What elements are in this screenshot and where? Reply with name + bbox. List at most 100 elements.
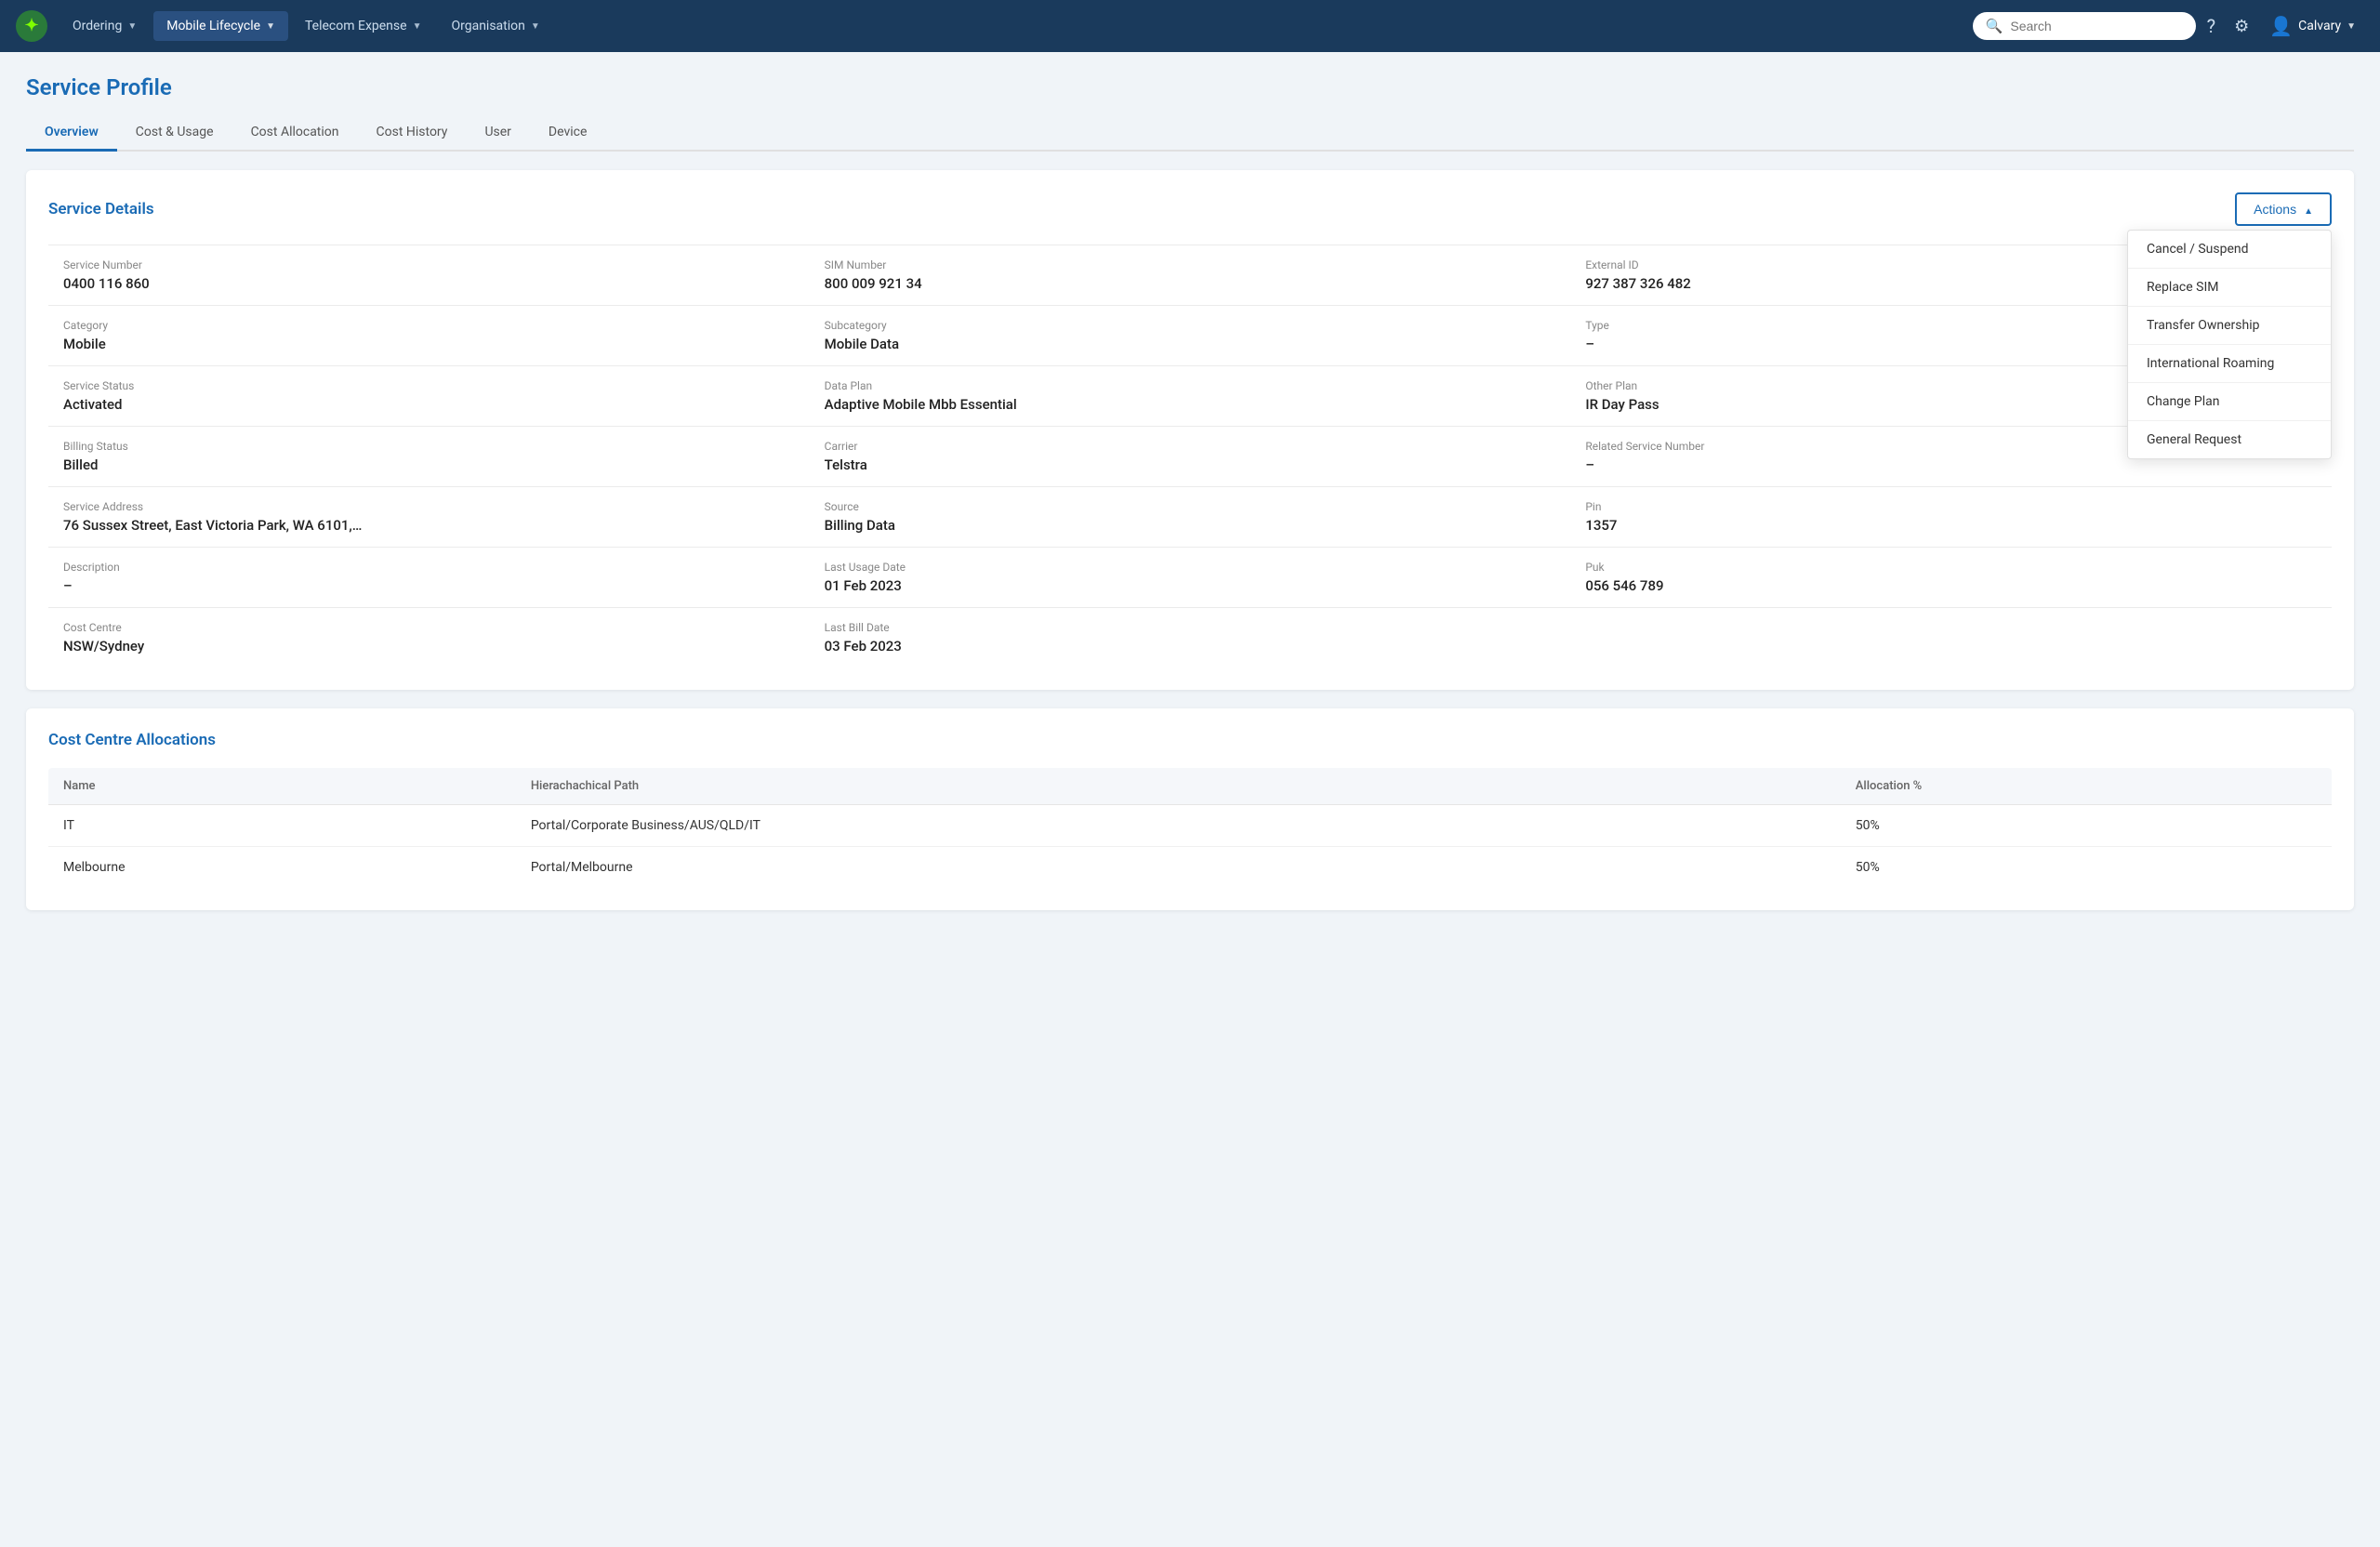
allocations-table: Name Hierachachical Path Allocation % IT… xyxy=(48,768,2332,888)
field-value: 0400 116 860 xyxy=(63,275,795,292)
field-block: Category Mobile xyxy=(48,305,810,365)
help-icon: ? xyxy=(2207,15,2215,37)
field-value: Billing Data xyxy=(825,517,1556,534)
tab-cost-usage[interactable]: Cost & Usage xyxy=(117,115,232,152)
field-block xyxy=(1570,607,2332,668)
field-label: Carrier xyxy=(825,440,1556,453)
field-label: Puk xyxy=(1585,561,2317,574)
table-row: IT Portal/Corporate Business/AUS/QLD/IT … xyxy=(48,805,2332,847)
field-block: Pin 1357 xyxy=(1570,486,2332,547)
field-label: Subcategory xyxy=(825,319,1556,332)
search-bar[interactable]: 🔍 xyxy=(1973,12,2196,40)
telecom-expense-chevron xyxy=(413,21,422,32)
allocation-name: IT xyxy=(48,805,516,847)
action-cancel-suspend[interactable]: Cancel / Suspend xyxy=(2128,231,2331,269)
ordering-chevron xyxy=(127,21,137,32)
nav-item-ordering[interactable]: Ordering xyxy=(60,11,150,41)
field-block: Service Address 76 Sussex Street, East V… xyxy=(48,486,810,547)
tab-cost-history[interactable]: Cost History xyxy=(358,115,467,152)
svg-text:✦: ✦ xyxy=(24,16,38,35)
allocation-path: Portal/Melbourne xyxy=(516,847,1841,889)
user-name: Calvary xyxy=(2298,19,2341,33)
action-replace-sim[interactable]: Replace SIM xyxy=(2128,269,2331,307)
gear-icon: ⚙ xyxy=(2234,17,2249,36)
field-label: Service Status xyxy=(63,379,795,392)
field-label: Service Address xyxy=(63,500,795,513)
field-value: Mobile xyxy=(63,336,795,352)
field-value: Activated xyxy=(63,396,795,413)
actions-chevron-up xyxy=(2304,202,2313,217)
search-input[interactable] xyxy=(2010,19,2182,33)
mobile-lifecycle-chevron xyxy=(266,21,275,32)
actions-dropdown-wrapper: Actions Cancel / Suspend Replace SIM Tra… xyxy=(2235,192,2332,226)
field-block: Last Bill Date 03 Feb 2023 xyxy=(810,607,1571,668)
action-transfer-ownership[interactable]: Transfer Ownership xyxy=(2128,307,2331,345)
field-value: Billed xyxy=(63,456,795,473)
field-label: Data Plan xyxy=(825,379,1556,392)
field-value: 800 009 921 34 xyxy=(825,275,1556,292)
field-block: Billing Status Billed xyxy=(48,426,810,486)
field-block: Puk 056 546 789 xyxy=(1570,547,2332,607)
field-label: Last Usage Date xyxy=(825,561,1556,574)
field-block: SIM Number 800 009 921 34 xyxy=(810,245,1571,305)
field-block: Source Billing Data xyxy=(810,486,1571,547)
field-block: Description – xyxy=(48,547,810,607)
allocations-table-body: IT Portal/Corporate Business/AUS/QLD/IT … xyxy=(48,805,2332,889)
nav-item-organisation[interactable]: Organisation xyxy=(438,11,552,41)
nav-item-telecom-expense[interactable]: Telecom Expense xyxy=(292,11,434,41)
field-label: Category xyxy=(63,319,795,332)
allocation-percent: 50% xyxy=(1841,847,2332,889)
field-block: Cost Centre NSW/Sydney xyxy=(48,607,810,668)
field-label: Cost Centre xyxy=(63,621,795,634)
allocation-path: Portal/Corporate Business/AUS/QLD/IT xyxy=(516,805,1841,847)
organisation-chevron xyxy=(531,21,540,32)
settings-icon-button[interactable]: ⚙ xyxy=(2227,11,2256,42)
page-title: Service Profile xyxy=(26,74,2354,100)
service-details-header: Service Details Actions Cancel / Suspend… xyxy=(48,192,2332,226)
help-icon-button[interactable]: ? xyxy=(2200,9,2223,43)
field-value: – xyxy=(63,577,795,594)
field-block: Service Number 0400 116 860 xyxy=(48,245,810,305)
field-label: Service Number xyxy=(63,258,795,271)
field-value: 01 Feb 2023 xyxy=(825,577,1556,594)
tab-user[interactable]: User xyxy=(466,115,529,152)
field-label: Pin xyxy=(1585,500,2317,513)
field-value: Telstra xyxy=(825,456,1556,473)
user-chevron xyxy=(2347,21,2356,32)
field-label: Billing Status xyxy=(63,440,795,453)
actions-button[interactable]: Actions xyxy=(2235,192,2332,226)
field-block: Carrier Telstra xyxy=(810,426,1571,486)
tab-device[interactable]: Device xyxy=(530,115,605,152)
field-block: Data Plan Adaptive Mobile Mbb Essential xyxy=(810,365,1571,426)
app-logo: ✦ xyxy=(15,9,48,43)
field-value: Mobile Data xyxy=(825,336,1556,352)
action-international-roaming[interactable]: International Roaming xyxy=(2128,345,2331,383)
service-details-card: Service Details Actions Cancel / Suspend… xyxy=(26,170,2354,690)
tab-overview[interactable]: Overview xyxy=(26,115,117,152)
action-change-plan[interactable]: Change Plan xyxy=(2128,383,2331,421)
action-general-request[interactable]: General Request xyxy=(2128,421,2331,458)
tab-bar: Overview Cost & Usage Cost Allocation Co… xyxy=(26,115,2354,152)
cost-centre-title: Cost Centre Allocations xyxy=(48,731,216,749)
field-block: Last Usage Date 01 Feb 2023 xyxy=(810,547,1571,607)
field-value: Adaptive Mobile Mbb Essential xyxy=(825,396,1556,413)
user-menu[interactable]: 👤 Calvary xyxy=(2260,9,2365,43)
service-details-fields: Service Number 0400 116 860 SIM Number 8… xyxy=(48,245,2332,668)
cost-centre-allocations-card: Cost Centre Allocations Name Hierachachi… xyxy=(26,708,2354,910)
nav-item-mobile-lifecycle[interactable]: Mobile Lifecycle xyxy=(153,11,288,41)
col-path: Hierachachical Path xyxy=(516,768,1841,805)
field-value: 76 Sussex Street, East Victoria Park, WA… xyxy=(63,517,795,534)
field-block: Subcategory Mobile Data xyxy=(810,305,1571,365)
field-value: NSW/Sydney xyxy=(63,638,795,654)
field-block: Service Status Activated xyxy=(48,365,810,426)
service-details-title: Service Details xyxy=(48,200,154,218)
table-row: Melbourne Portal/Melbourne 50% xyxy=(48,847,2332,889)
tab-cost-allocation[interactable]: Cost Allocation xyxy=(232,115,358,152)
allocation-name: Melbourne xyxy=(48,847,516,889)
field-value: 1357 xyxy=(1585,517,2317,534)
field-label: Last Bill Date xyxy=(825,621,1556,634)
field-label: Description xyxy=(63,561,795,574)
field-label: Source xyxy=(825,500,1556,513)
allocations-table-head: Name Hierachachical Path Allocation % xyxy=(48,768,2332,805)
col-name: Name xyxy=(48,768,516,805)
